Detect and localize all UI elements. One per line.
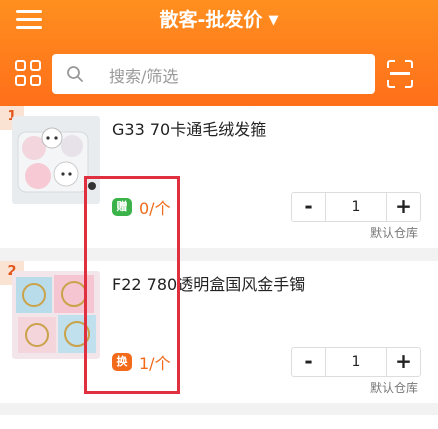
product-card-partial xyxy=(0,415,438,429)
scan-icon[interactable] xyxy=(387,60,413,88)
product-image[interactable] xyxy=(12,116,100,204)
quantity-stepper: - 1 + xyxy=(291,347,421,377)
increment-button[interactable]: + xyxy=(387,348,420,376)
category-grid-icon[interactable] xyxy=(15,60,43,88)
page-title: 散客-批发价 xyxy=(159,9,263,31)
quantity-text: 0/个 xyxy=(139,199,171,218)
product-card[interactable]: 2 F22 780透明盒国风金手镯 换 1/个 - 1 + 默认仓库 xyxy=(0,261,438,403)
search-icon xyxy=(67,66,83,82)
search-input[interactable]: 搜索/筛选 xyxy=(52,54,375,94)
increment-button[interactable]: + xyxy=(387,193,420,221)
chevron-down-icon: ▼ xyxy=(268,13,279,28)
quantity-input[interactable]: 1 xyxy=(325,193,387,221)
top-header: 散客-批发价 ▼ 搜索/筛选 xyxy=(0,0,438,106)
warehouse-label: 默认仓库 xyxy=(369,226,418,240)
quantity-text: 1/个 xyxy=(139,354,171,373)
product-card[interactable]: 1 G33 70卡通毛绒发箍 赠 0/个 - 1 + 默认仓库 xyxy=(0,106,438,248)
decrement-button[interactable]: - xyxy=(292,348,325,376)
warehouse-label: 默认仓库 xyxy=(369,381,418,395)
gift-badge: 赠 xyxy=(112,198,132,216)
product-name: G33 70卡通毛绒发箍 xyxy=(112,120,267,139)
product-image[interactable] xyxy=(12,271,100,359)
quantity-input[interactable]: 1 xyxy=(325,348,387,376)
product-name: F22 780透明盒国风金手镯 xyxy=(112,275,306,294)
search-placeholder: 搜索/筛选 xyxy=(109,67,179,86)
decrement-button[interactable]: - xyxy=(292,193,325,221)
price-mode-title[interactable]: 散客-批发价 ▼ xyxy=(0,6,438,35)
swap-badge: 换 xyxy=(112,353,132,371)
quantity-stepper: - 1 + xyxy=(291,192,421,222)
